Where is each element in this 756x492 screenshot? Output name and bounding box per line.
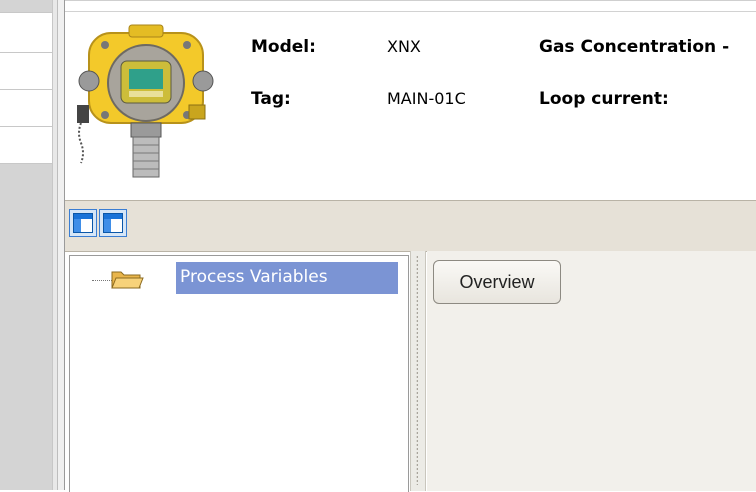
- device-panel: Model: XNX Gas Concentration - Tag: MAIN…: [65, 0, 756, 492]
- tag-value: MAIN-01C: [387, 89, 466, 108]
- left-pane-divider: [0, 89, 52, 90]
- layout-button-1[interactable]: [69, 209, 97, 237]
- left-pane: [0, 0, 52, 490]
- gas-detector-image: [77, 24, 214, 178]
- tree-panel: Process Variables: [69, 255, 409, 492]
- model-value: XNX: [387, 37, 421, 56]
- left-pane-divider: [0, 12, 52, 13]
- panel-splitter[interactable]: [410, 251, 426, 491]
- left-pane-divider: [0, 52, 52, 53]
- tree-connector: [92, 280, 112, 281]
- header-divider: [65, 11, 756, 12]
- layout-button-2[interactable]: [99, 209, 127, 237]
- layout-icon: [73, 213, 93, 233]
- model-label: Model:: [251, 37, 316, 57]
- folder-open-icon: [111, 271, 144, 289]
- left-pane-list: [0, 12, 52, 164]
- layout-icon: [103, 213, 123, 233]
- left-pane-divider: [0, 163, 52, 164]
- tree-item-process-variables[interactable]: Process Variables: [176, 262, 398, 294]
- left-pane-divider: [0, 126, 52, 127]
- overview-button[interactable]: Overview: [433, 260, 561, 304]
- loop-current-label: Loop current:: [539, 89, 669, 109]
- tag-label: Tag:: [251, 89, 291, 109]
- toolbar: [65, 200, 756, 252]
- gas-concentration-label: Gas Concentration -: [539, 37, 730, 57]
- content-panel: Overview: [427, 251, 756, 491]
- pane-border: [57, 0, 65, 490]
